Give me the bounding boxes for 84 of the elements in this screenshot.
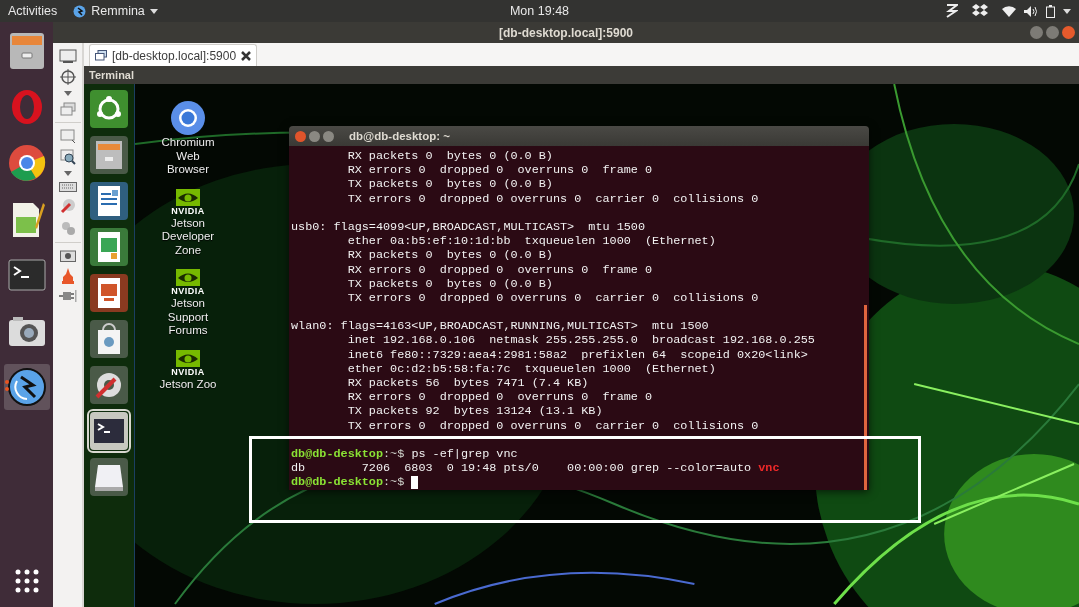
window-title: [db-desktop.local]:5900 <box>499 25 633 40</box>
terminal-output-line: TX packets 0 bytes 0 (0.0 B) <box>346 276 553 291</box>
keyboard-icon[interactable] <box>58 182 77 192</box>
close-button[interactable] <box>295 130 306 142</box>
shopping-bag-icon[interactable] <box>89 319 129 359</box>
drive-icon[interactable] <box>89 457 129 497</box>
prompt-path: :~$ <box>383 446 405 462</box>
terminal-output-line: RX errors 0 dropped 0 overruns 0 frame 0 <box>346 390 653 405</box>
caret-icon <box>149 8 158 14</box>
desktop-icon-label[interactable]: Jetson Zoo <box>159 377 217 391</box>
scrollbar[interactable] <box>864 305 867 490</box>
tools-icon[interactable] <box>59 198 76 214</box>
tray-app-icon[interactable] <box>946 4 958 18</box>
connection-tab[interactable]: [db-desktop.local]:5900 <box>89 44 258 66</box>
camera-icon[interactable] <box>59 249 76 262</box>
terminal-output-line: TX errors 0 dropped 0 overruns 0 carrier 0 collisions 0 <box>346 418 759 433</box>
caret-icon[interactable] <box>63 171 72 176</box>
pin-icon[interactable] <box>61 268 74 284</box>
minimize-button[interactable] <box>1030 26 1043 39</box>
terminal-output-line: RX packets 0 bytes 0 (0.0 B) <box>346 248 553 263</box>
brand-logo-text: NVIDIA <box>171 366 205 378</box>
terminal-output-line: RX errors 0 dropped 0 overruns 0 frame 0 <box>346 262 653 277</box>
maximize-button[interactable] <box>1046 26 1059 39</box>
remote-desktop-icon[interactable] <box>6 367 47 407</box>
maximize-button[interactable] <box>323 130 334 142</box>
panel-title: Terminal <box>89 69 135 81</box>
desktop-icon-label[interactable]: Jetson Developer Zone <box>161 216 215 257</box>
terminal-output-line: TX errors 0 dropped 0 overruns 0 carrier 0 collisions 0 <box>346 191 759 206</box>
connection-icon <box>95 50 107 61</box>
terminal-output-line: TX packets 92 bytes 13124 (13.1 KB) <box>346 404 603 419</box>
terminal-output-line: TX packets 0 bytes 0 (0.0 B) <box>346 177 553 192</box>
eye-logo-icon[interactable] <box>176 269 200 286</box>
close-icon[interactable] <box>241 50 252 61</box>
volume-icon[interactable] <box>1024 5 1038 17</box>
wifi-icon[interactable] <box>1002 5 1016 17</box>
highlighted-match: vnc <box>758 461 780 476</box>
prompt-user: db@db-desktop <box>291 446 384 462</box>
minimize-button[interactable] <box>309 130 320 142</box>
app-icon <box>73 4 87 18</box>
battery-icon[interactable] <box>1046 4 1055 18</box>
fullscreen-icon[interactable] <box>58 49 77 63</box>
command-text: ps -ef|grep vnc <box>411 446 518 462</box>
terminal-output-line: wlan0: flags=4163<UP,BROADCAST,RUNNING,MULTICAST> mtu 1500 <box>291 319 709 334</box>
terminal-output-line: usb0: flags=4099<UP,BROADCAST,MULTICAST> mtu 1500 <box>291 219 645 235</box>
settings-icon[interactable] <box>89 365 129 405</box>
terminal-icon[interactable] <box>89 411 129 451</box>
app-menu[interactable]: Remmina <box>91 4 145 18</box>
browser-icon[interactable] <box>7 144 46 182</box>
brand-logo-text: NVIDIA <box>171 205 205 217</box>
terminal-output-line: RX packets 56 bytes 7471 (7.4 KB) <box>346 376 589 391</box>
clock[interactable]: Mon 19:48 <box>509 4 570 18</box>
desktop-icon-label[interactable]: Jetson Support Forums <box>167 297 209 338</box>
terminal-icon[interactable] <box>7 259 46 291</box>
dropbox-icon[interactable] <box>972 4 988 18</box>
file-cabinet-icon[interactable] <box>89 135 129 175</box>
plug-icon[interactable] <box>58 290 77 302</box>
terminal-output-line: RX errors 0 dropped 0 overruns 0 frame 0 <box>346 163 653 178</box>
spreadsheet-icon[interactable] <box>89 227 129 267</box>
terminal-output-line: inet 192.168.0.106 netmask 255.255.255.0 broadcast 192.168.0.255 <box>346 333 815 348</box>
terminal-output-line: db 7206 6803 0 19:48 pts/0 00:00:00 grep --color=auto <box>291 461 752 476</box>
terminal-output-line: ether 0a:b5:ef:10:1d:bb txqueuelen 1000 (Ethernet) <box>346 234 716 249</box>
terminal-output-line: inet6 fe80::7329:aea4:2981:58a2 prefixlen 64 scopeid 0x20<link> <box>346 347 808 362</box>
prompt-path: :~$ <box>383 475 405 490</box>
brand-logo-text: NVIDIA <box>171 286 205 297</box>
terminal-output-line: TX errors 0 dropped 0 overruns 0 carrier 0 collisions 0 <box>346 290 759 306</box>
move-icon[interactable] <box>59 69 76 85</box>
window-title: db@db-desktop: ~ <box>349 130 450 142</box>
activities-button[interactable]: Activities <box>8 4 58 18</box>
file-cabinet-icon[interactable] <box>7 31 46 71</box>
document-icon[interactable] <box>89 181 129 221</box>
caret-icon[interactable] <box>1063 8 1071 14</box>
camera-icon[interactable] <box>7 315 46 347</box>
ring-logo-icon[interactable] <box>9 88 44 126</box>
launcher-logo-icon[interactable] <box>89 89 129 129</box>
close-button[interactable] <box>1062 26 1075 39</box>
caret-icon[interactable] <box>63 91 72 96</box>
apps-grid-icon[interactable] <box>14 569 39 593</box>
prompt-user: db@db-desktop <box>291 475 384 490</box>
zoom-icon[interactable] <box>59 149 76 165</box>
presentation-icon[interactable] <box>89 273 129 313</box>
desktop-icon-label[interactable]: Chromium Web Browser <box>161 136 215 177</box>
browser-icon[interactable] <box>170 100 206 136</box>
terminal-output-line: RX packets 0 bytes 0 (0.0 B) <box>346 149 553 164</box>
terminal-output-line: ether 0c:d2:b5:58:fa:7c txqueuelen 1000 (Ethernet) <box>346 361 716 376</box>
